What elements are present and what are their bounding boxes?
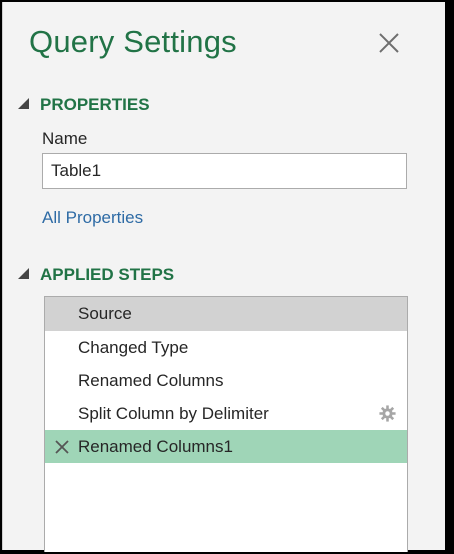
step-label: Renamed Columns1 xyxy=(78,437,233,456)
pane-title: Query Settings xyxy=(29,24,237,59)
query-settings-pane: Query Settings PROPERTIES Name All Prope… xyxy=(2,2,445,552)
name-input[interactable] xyxy=(42,153,407,189)
close-button[interactable] xyxy=(374,28,404,58)
applied-steps-section-toggle[interactable]: APPLIED STEPS xyxy=(18,264,174,286)
name-label: Name xyxy=(42,129,88,148)
step-label: Renamed Columns xyxy=(78,371,224,390)
collapse-triangle-icon xyxy=(18,268,29,279)
step-source[interactable]: Source xyxy=(45,297,407,331)
step-renamed-columns[interactable]: Renamed Columns xyxy=(45,364,407,397)
step-label: Split Column by Delimiter xyxy=(78,404,269,423)
delete-step-icon[interactable] xyxy=(54,439,70,455)
applied-steps-list: Source Changed Type Renamed Columns Spli… xyxy=(44,296,408,552)
all-properties-link[interactable]: All Properties xyxy=(42,207,143,229)
step-label: Source xyxy=(78,304,132,323)
gear-icon[interactable] xyxy=(379,405,396,422)
step-split-column-by-delimiter[interactable]: Split Column by Delimiter xyxy=(45,397,407,430)
properties-heading: PROPERTIES xyxy=(40,95,150,114)
step-renamed-columns1[interactable]: Renamed Columns1 xyxy=(45,430,407,463)
step-label: Changed Type xyxy=(78,338,189,357)
close-icon xyxy=(379,33,399,53)
properties-section-toggle[interactable]: PROPERTIES xyxy=(18,94,150,116)
applied-steps-heading: APPLIED STEPS xyxy=(40,265,175,284)
collapse-triangle-icon xyxy=(18,98,29,109)
step-changed-type[interactable]: Changed Type xyxy=(45,331,407,364)
